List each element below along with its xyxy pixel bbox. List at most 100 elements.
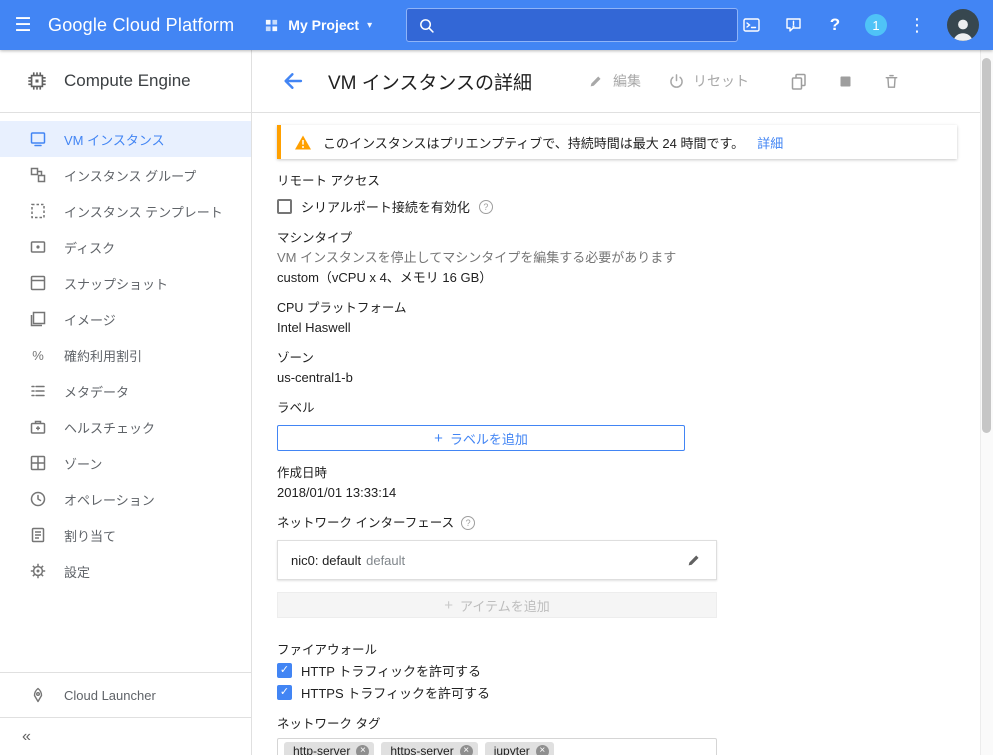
plus-icon: + [444, 596, 454, 614]
disks-icon [29, 238, 47, 256]
sidebar-item-label: 割り当て [64, 528, 117, 544]
chip-close-icon[interactable]: × [459, 744, 473, 755]
banner-text: このインスタンスはプリエンプティブで、持続時間は最大 24 時間です。 [323, 135, 745, 151]
search-input[interactable] [444, 16, 728, 34]
serial-port-row: シリアルポート接続を有効化 ? [277, 197, 993, 216]
delete-button[interactable] [881, 71, 901, 91]
more-vert-icon[interactable]: ⋮ [905, 13, 929, 37]
sidebar-item-snapshots[interactable]: スナップショット [0, 265, 251, 301]
feedback-icon[interactable] [781, 13, 805, 37]
help-icon[interactable]: ? [478, 199, 493, 214]
chip-close-icon[interactable]: × [356, 744, 370, 755]
notification-badge[interactable]: 1 [865, 14, 887, 36]
sidebar-item-images[interactable]: イメージ [0, 301, 251, 337]
project-selector[interactable]: My Project ▾ [262, 16, 372, 34]
sidebar-item-zones[interactable]: ゾーン [0, 445, 251, 481]
edit-button[interactable]: 編集 [587, 71, 641, 91]
clone-button[interactable] [789, 71, 809, 91]
created-value: 2018/01/01 13:33:14 [277, 485, 397, 500]
sidebar-item-settings[interactable]: 設定 [0, 553, 251, 589]
sidebar-item-metadata[interactable]: メタデータ [0, 373, 251, 409]
machine-type-label: マシンタイプ [277, 231, 353, 245]
machine-type-note: VM インスタンスを停止してマシンタイプを編集する必要があります [277, 250, 677, 265]
reset-button[interactable]: リセット [667, 71, 749, 91]
sidebar-collapse-button[interactable]: « [0, 718, 251, 755]
cloud-shell-icon[interactable] [739, 13, 763, 37]
topbar-right: ? 1 ⋮ [739, 9, 993, 41]
copy-icon [791, 73, 806, 90]
tag-chip: jupyter × [484, 741, 554, 755]
nic-card[interactable]: nic0: default default [277, 540, 717, 580]
tag-chip: https-server × [381, 741, 478, 755]
chip-close-icon[interactable]: × [535, 744, 549, 755]
help-icon[interactable]: ? [461, 516, 476, 530]
hamburger-menu-icon[interactable]: ☰ [0, 0, 46, 50]
http-checkbox[interactable]: ✓ [277, 663, 292, 678]
snapshots-icon [29, 274, 47, 292]
warning-icon [294, 134, 312, 151]
banner-details-link[interactable]: 詳細 [757, 133, 783, 152]
sidebar-item-label: VM インスタンス [64, 132, 165, 148]
sidebar-item-instance-groups[interactable]: インスタンス グループ [0, 157, 251, 193]
back-button[interactable] [280, 68, 306, 94]
collapse-icon: « [22, 727, 31, 745]
search-bar[interactable] [406, 8, 739, 42]
sidebar-item-quotas[interactable]: 割り当て [0, 517, 251, 553]
sidebar-item-operations[interactable]: オペレーション [0, 481, 251, 517]
sidebar-item-label: ディスク [64, 240, 116, 256]
edit-label: 編集 [613, 73, 641, 89]
sidebar-item-label: ヘルスチェック [64, 420, 156, 436]
sidebar-item-health-checks[interactable]: ヘルスチェック [0, 409, 251, 445]
network-tags-input[interactable]: http-server × https-server × jupyter × [277, 738, 717, 755]
operations-icon [29, 490, 47, 508]
sidebar-item-label: 設定 [64, 564, 91, 580]
nic-subnetwork: default [366, 552, 406, 568]
page-header: VM インスタンスの詳細 編集 リセット [252, 50, 993, 113]
serial-port-checkbox[interactable] [277, 199, 292, 214]
edit-pencil-icon [587, 72, 605, 90]
project-name: My Project [288, 17, 360, 33]
detail-content: このインスタンスはプリエンプティブで、持続時間は最大 24 時間です。 詳細 リ… [252, 113, 993, 755]
sidebar-item-instance-templates[interactable]: インスタンス テンプレート [0, 193, 251, 229]
product-name: Compute Engine [64, 71, 191, 90]
sidebar-item-label: スナップショット [64, 276, 169, 292]
page-title: VM インスタンスの詳細 [328, 72, 533, 94]
sidebar-item-vm-instances[interactable]: VM インスタンス [0, 121, 251, 157]
sidebar-item-label: メタデータ [64, 384, 130, 400]
machine-type-value: custom（vCPU x 4、メモリ 16 GB） [277, 270, 493, 285]
firewall-label: ファイアウォール [277, 643, 378, 657]
scrollbar-track[interactable] [980, 50, 993, 755]
sidebar-item-cloud-launcher[interactable]: Cloud Launcher [0, 673, 251, 717]
sidebar-item-committed-use-discounts[interactable]: % 確約利用割引 [0, 337, 251, 373]
stop-button[interactable] [835, 71, 855, 91]
cpu-platform-value: Intel Haswell [277, 320, 351, 335]
cloud-launcher-icon [29, 686, 47, 704]
metadata-icon [29, 382, 47, 400]
add-label-button[interactable]: + ラベルを追加 [277, 425, 685, 451]
reset-label: リセット [693, 73, 749, 89]
https-checkbox[interactable]: ✓ [277, 685, 292, 700]
avatar[interactable] [947, 9, 979, 41]
sidebar-item-label: イメージ [64, 312, 116, 328]
labels-label: ラベル [277, 401, 315, 415]
sidebar: Compute Engine VM インスタンス インスタンス グループ インス… [0, 50, 252, 755]
network-interfaces-text: ネットワーク インターフェース [277, 516, 455, 530]
images-icon [29, 310, 47, 328]
http-row: ✓ HTTP トラフィックを許可する [277, 661, 993, 680]
sidebar-item-label: インスタンス グループ [64, 168, 197, 184]
add-item-text: アイテムを追加 [460, 598, 550, 614]
search-icon [417, 16, 435, 34]
sidebar-item-label: ゾーン [64, 456, 103, 472]
nic-edit-button[interactable] [685, 551, 703, 569]
app-title[interactable]: Google Cloud Platform [48, 15, 234, 36]
add-item-button[interactable]: + アイテムを追加 [277, 592, 717, 618]
sidebar-item-disks[interactable]: ディスク [0, 229, 251, 265]
http-label: HTTP トラフィックを許可する [301, 664, 482, 679]
sidebar-item-label: オペレーション [64, 492, 155, 508]
sidebar-nav: VM インスタンス インスタンス グループ インスタンス テンプレート ディスク… [0, 113, 251, 589]
help-icon[interactable]: ? [823, 13, 847, 37]
preemptible-warning-banner: このインスタンスはプリエンプティブで、持続時間は最大 24 時間です。 詳細 [277, 125, 957, 159]
caret-down-icon: ▾ [367, 19, 373, 31]
trash-icon [885, 74, 897, 88]
scrollbar-thumb[interactable] [982, 58, 991, 433]
